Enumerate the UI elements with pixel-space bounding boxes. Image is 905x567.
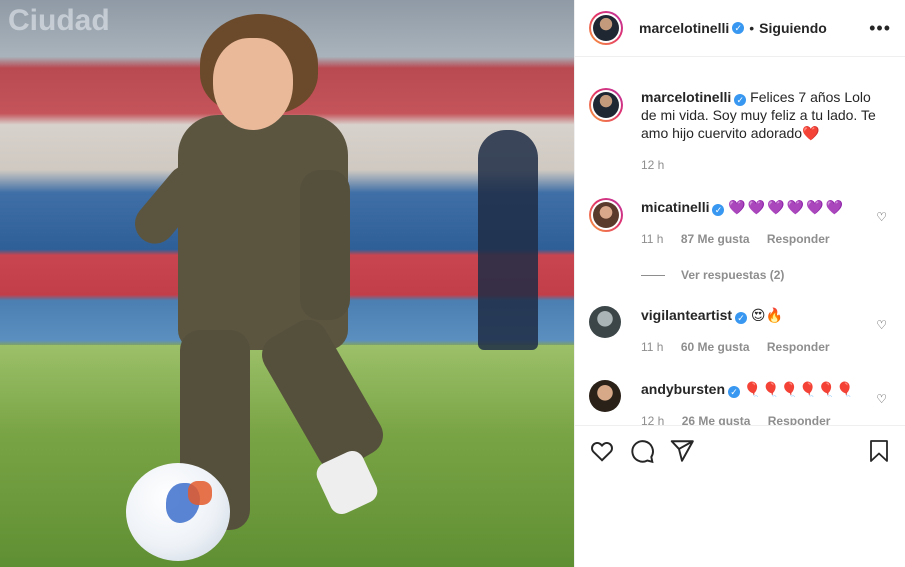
comments-area[interactable]: marcelotinelli ✓ Felices 7 años Lolo de m… — [575, 57, 905, 425]
commenter-avatar[interactable] — [589, 306, 623, 340]
verified-badge-icon: ✓ — [735, 312, 748, 324]
reply-button[interactable]: Responder — [767, 232, 830, 246]
like-comment-heart-icon[interactable]: ♡ — [876, 318, 887, 332]
kid-arm-right — [300, 170, 350, 320]
comment-item: micatinelli ✓ 💜💜💜💜💜💜 11 h 87 Me gusta Res… — [589, 198, 891, 248]
share-paper-plane-icon[interactable] — [669, 438, 695, 464]
replies-line — [641, 274, 665, 276]
post-caption: marcelotinelli ✓ Felices 7 años Lolo de m… — [589, 57, 891, 174]
verified-badge-icon: ✓ — [732, 22, 745, 34]
post-actions-bar — [575, 425, 905, 475]
separator-dot: • — [749, 20, 755, 36]
comment-item: vigilanteartist ✓ 😍🔥 11 h 60 Me gusta Res… — [589, 306, 891, 356]
comment-text: 🎈🎈🎈🎈🎈🎈 — [743, 381, 855, 397]
caption-time[interactable]: 12 h — [641, 156, 881, 174]
post-header: marcelotinelli ✓ • Siguiendo ••• — [575, 0, 905, 57]
comment-time[interactable]: 12 h — [641, 414, 664, 425]
comment-time[interactable]: 11 h — [641, 232, 663, 246]
caption-author-avatar[interactable] — [589, 88, 623, 122]
verified-badge-icon: ✓ — [734, 94, 747, 106]
commenter-avatar[interactable] — [589, 198, 623, 232]
soccer-ball — [126, 463, 230, 561]
comment-item: andybursten ✓ 🎈🎈🎈🎈🎈🎈 12 h 26 Me gusta Res… — [589, 380, 891, 425]
view-replies-label: Ver respuestas (2) — [681, 268, 785, 282]
stadium-sign: Ciudad — [8, 4, 110, 37]
author-username[interactable]: marcelotinelli — [639, 20, 729, 36]
comment-bubble-icon[interactable] — [629, 438, 655, 464]
comment-meta: 11 h 87 Me gusta Responder — [641, 230, 859, 248]
view-replies-button[interactable]: Ver respuestas (2) — [641, 268, 891, 282]
comment-meta: 11 h 60 Me gusta Responder — [641, 338, 859, 356]
like-comment-heart-icon[interactable]: ♡ — [876, 210, 887, 224]
commenter-username[interactable]: micatinelli — [641, 199, 709, 215]
comment-likes[interactable]: 26 Me gusta — [682, 414, 751, 425]
comment-likes[interactable]: 87 Me gusta — [681, 232, 750, 246]
commenter-avatar[interactable] — [589, 380, 623, 414]
reply-button[interactable]: Responder — [768, 414, 831, 425]
verified-badge-icon: ✓ — [728, 386, 741, 398]
comment-likes[interactable]: 60 Me gusta — [681, 340, 750, 354]
comment-text: 😍🔥 — [750, 307, 783, 323]
comment-meta: 12 h 26 Me gusta Responder — [641, 412, 859, 425]
save-bookmark-icon[interactable] — [867, 438, 891, 464]
more-options-icon[interactable]: ••• — [869, 18, 891, 39]
caption-author-username[interactable]: marcelotinelli — [641, 89, 731, 105]
commenter-username[interactable]: vigilanteartist — [641, 307, 732, 323]
kid-face — [213, 38, 293, 130]
commenter-username[interactable]: andybursten — [641, 381, 725, 397]
verified-badge-icon: ✓ — [712, 204, 725, 216]
reply-button[interactable]: Responder — [767, 340, 830, 354]
post-photo[interactable]: Ciudad — [0, 0, 574, 567]
post-side-panel: marcelotinelli ✓ • Siguiendo ••• marcelo… — [574, 0, 905, 567]
like-heart-icon[interactable] — [589, 438, 615, 464]
author-avatar[interactable] — [589, 11, 623, 45]
like-comment-heart-icon[interactable]: ♡ — [876, 392, 887, 406]
comment-text: 💜💜💜💜💜💜 — [728, 199, 845, 215]
following-button[interactable]: Siguiendo — [759, 20, 827, 36]
background-person — [478, 130, 538, 350]
comment-time[interactable]: 11 h — [641, 340, 663, 354]
